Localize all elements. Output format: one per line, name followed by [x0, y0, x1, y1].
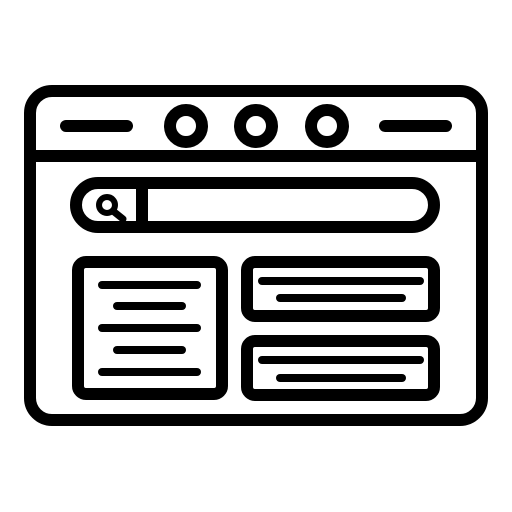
search-bar [70, 177, 440, 233]
right-bottom-card [241, 335, 440, 401]
browser-window-search-layout-icon [24, 85, 488, 426]
window-control-dot-2 [234, 104, 278, 148]
right-top-card [241, 256, 440, 322]
search-icon [96, 194, 127, 223]
icon-canvas [0, 0, 512, 512]
window-control-dot-3 [305, 104, 349, 148]
window-control-dot-1 [164, 104, 208, 148]
